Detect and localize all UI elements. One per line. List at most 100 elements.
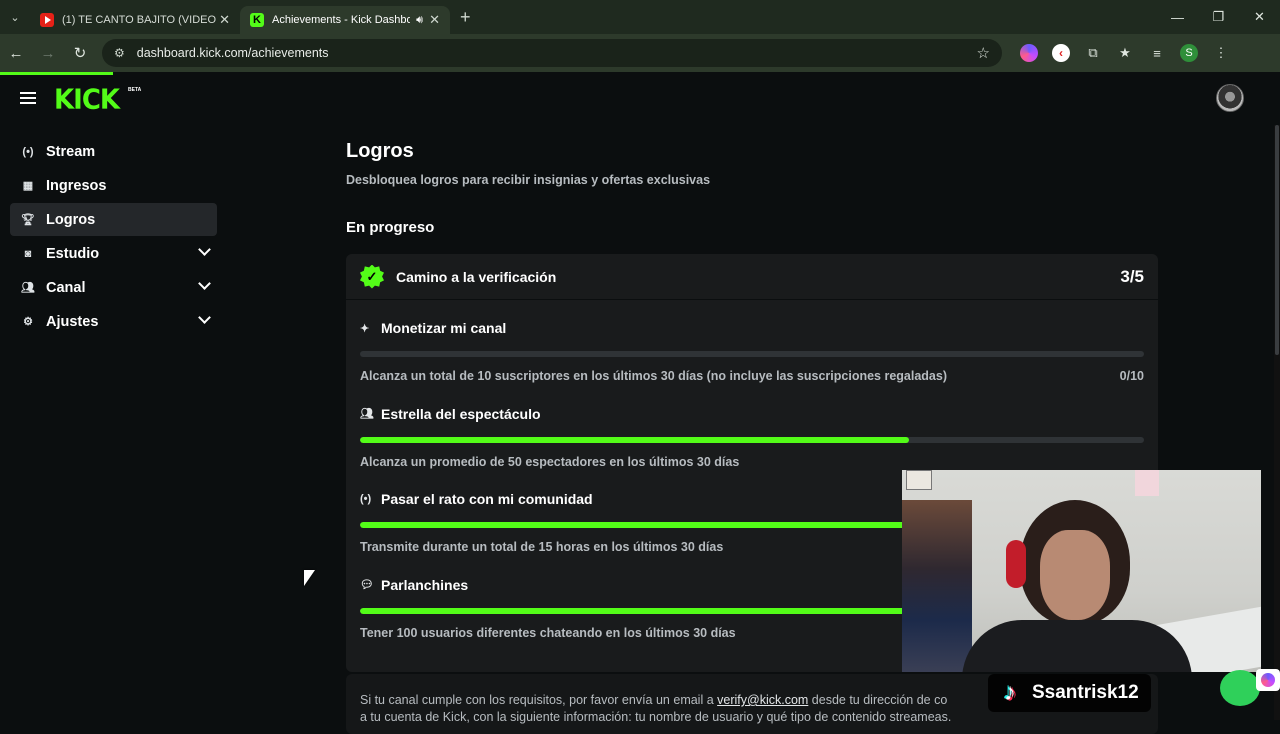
close-window-icon[interactable]: ✕ <box>1239 0 1280 34</box>
achievement-description: Alcanza un promedio de 50 espectadores e… <box>360 454 740 469</box>
achievement-item: ✦ Monetizar mi canal Alcanza un total de… <box>360 320 1144 406</box>
bookmark-star-icon[interactable]: ☆ <box>977 44 990 62</box>
sidebar-item-label: Logros <box>46 211 96 228</box>
gear-icon: ⚙ <box>23 316 33 328</box>
page-subtitle: Desbloquea logros para recibir insignias… <box>346 173 711 187</box>
achievement-count: 0/10 <box>1119 369 1144 383</box>
back-icon[interactable]: ← <box>0 45 32 62</box>
kick-logo[interactable]: KICK <box>54 84 120 116</box>
app-header: KICK BETA <box>0 75 1280 125</box>
email-link[interactable]: verify@kick.com <box>717 693 808 707</box>
extensions-area: ‹ ⧉ ★ ≡ S ⋮ <box>1020 44 1230 62</box>
webcam-person-body <box>962 620 1192 672</box>
restore-icon[interactable]: ❐ <box>1198 0 1239 34</box>
webcam-background <box>902 500 972 672</box>
reload-icon[interactable]: ↻ <box>64 44 96 62</box>
browser-tab-youtube[interactable]: (1) TE CANTO BAJITO (VIDEO O ✕ <box>30 6 240 34</box>
bookmarks-icon[interactable]: ★ <box>1116 44 1134 62</box>
sidebar-item-label: Ingresos <box>46 177 107 194</box>
tiktok-handle: Ssantrisk12 <box>1032 682 1139 703</box>
webcam-overlay <box>902 470 1261 672</box>
progress-bar <box>360 436 1144 443</box>
window-controls: — ❐ ✕ <box>1157 0 1280 34</box>
studio-icon: ◙ <box>24 247 32 260</box>
mouse-cursor-icon <box>304 570 315 586</box>
browser-tab-kick[interactable]: K Achievements - Kick Dashbo 🔊︎ ✕ <box>240 6 450 34</box>
achievement-card-header[interactable]: ✓ Camino a la verificación 3/5 <box>346 254 1158 300</box>
beta-badge: BETA <box>128 87 142 93</box>
achievement-title: Pasar el rato con mi comunidad <box>381 491 593 507</box>
webcam-poster <box>1135 470 1159 496</box>
youtube-icon <box>40 13 54 27</box>
sidebar-item-label: Estudio <box>46 245 100 262</box>
audio-playing-icon[interactable]: 🔊︎ <box>416 14 423 27</box>
sidebar-item-label: Ajustes <box>46 313 99 330</box>
achievement-title: Parlanchines <box>381 576 469 593</box>
sidebar-item-estudio[interactable]: ◙ Estudio <box>10 237 217 270</box>
browser-toolbar: ← → ↻ ⚙ dashboard.kick.com/achievements … <box>0 34 1280 72</box>
verified-check-icon: ✓ <box>360 264 384 289</box>
trophy-icon: 🏆︎ <box>21 214 35 226</box>
url-text[interactable]: dashboard.kick.com/achievements <box>137 46 977 60</box>
achievement-description: Transmite durante un total de 15 horas e… <box>360 540 724 554</box>
achievement-description: Alcanza un total de 10 suscriptores en l… <box>360 369 947 383</box>
tab-title: (1) TE CANTO BAJITO (VIDEO O <box>62 14 220 26</box>
chart-icon: ▦ <box>22 180 34 192</box>
card-title: Camino a la verificación <box>396 268 557 285</box>
extension-color-icon <box>1261 673 1275 687</box>
card-progress: 3/5 <box>1120 266 1144 286</box>
sidebar-item-label: Canal <box>46 279 86 296</box>
webcam-picture-frame <box>906 470 932 490</box>
puzzle-icon[interactable]: ⧉ <box>1084 44 1102 62</box>
section-title: En progreso <box>346 219 435 236</box>
extension-badge[interactable] <box>1256 669 1280 691</box>
floating-action-button[interactable] <box>1220 670 1260 706</box>
user-avatar[interactable] <box>1216 84 1244 112</box>
more-menu-icon[interactable]: ⋮ <box>1212 44 1230 62</box>
chevron-down-icon[interactable] <box>198 243 211 256</box>
users-icon: 👥︎ <box>360 408 374 420</box>
minimize-icon[interactable]: — <box>1157 0 1198 34</box>
browser-tab-bar: ⌄ (1) TE CANTO BAJITO (VIDEO O ✕ K Achie… <box>0 0 1280 34</box>
sidebar: (•) Stream ▦ Ingresos 🏆︎ Logros ◙ Estudi… <box>10 135 217 339</box>
page-title: Logros <box>346 140 414 162</box>
sidebar-item-ingresos[interactable]: ▦ Ingresos <box>10 169 217 202</box>
sidebar-item-canal[interactable]: 👥︎ Canal <box>10 271 217 304</box>
tiktok-icon: ♪ <box>1004 679 1016 706</box>
broadcast-icon: (•) <box>22 145 34 158</box>
chevron-down-icon[interactable] <box>198 277 211 290</box>
menu-icon[interactable] <box>20 92 36 104</box>
close-tab-icon[interactable]: ✕ <box>429 12 440 28</box>
webcam-person-face <box>1040 530 1110 620</box>
progress-fill <box>360 436 909 443</box>
tab-search-menu-icon[interactable]: ⌄ <box>0 0 30 34</box>
new-tab-icon[interactable]: + <box>460 7 471 28</box>
sidebar-item-ajustes[interactable]: ⚙ Ajustes <box>10 305 217 338</box>
profile-avatar-icon[interactable]: S <box>1180 44 1198 62</box>
media-control-icon[interactable]: ≡ <box>1148 44 1166 62</box>
sparkle-icon: ✦ <box>360 322 370 335</box>
site-info-icon[interactable]: ⚙ <box>114 46 125 60</box>
sidebar-item-stream[interactable]: (•) Stream <box>10 135 217 168</box>
forward-icon[interactable]: → <box>32 45 64 62</box>
achievement-description: Tener 100 usuarios diferentes chateando … <box>360 625 736 640</box>
sidebar-item-logros[interactable]: 🏆︎ Logros <box>10 203 217 236</box>
extension-color-icon[interactable] <box>1020 44 1038 62</box>
broadcast-icon: (•) <box>360 493 372 505</box>
users-icon: 👥︎ <box>21 282 35 294</box>
extension-kick-icon[interactable]: ‹ <box>1052 44 1070 62</box>
note-text: desde tu dirección de co <box>808 693 948 707</box>
achievement-title: Estrella del espectáculo <box>381 405 541 422</box>
headphones-icon <box>1006 540 1026 588</box>
achievement-title: Monetizar mi canal <box>381 320 507 336</box>
progress-bar <box>360 351 1144 357</box>
tab-title: Achievements - Kick Dashbo <box>272 14 411 26</box>
scrollbar-thumb[interactable] <box>1275 125 1279 355</box>
kick-icon: K <box>250 13 264 27</box>
address-bar[interactable]: ⚙ dashboard.kick.com/achievements ☆ <box>102 39 1002 67</box>
page-scrollbar[interactable] <box>1274 125 1280 720</box>
chat-icon: 💬︎ <box>360 579 374 591</box>
close-tab-icon[interactable]: ✕ <box>219 12 230 28</box>
note-text: Si tu canal cumple con los requisitos, p… <box>360 693 718 707</box>
chevron-down-icon[interactable] <box>198 311 211 324</box>
